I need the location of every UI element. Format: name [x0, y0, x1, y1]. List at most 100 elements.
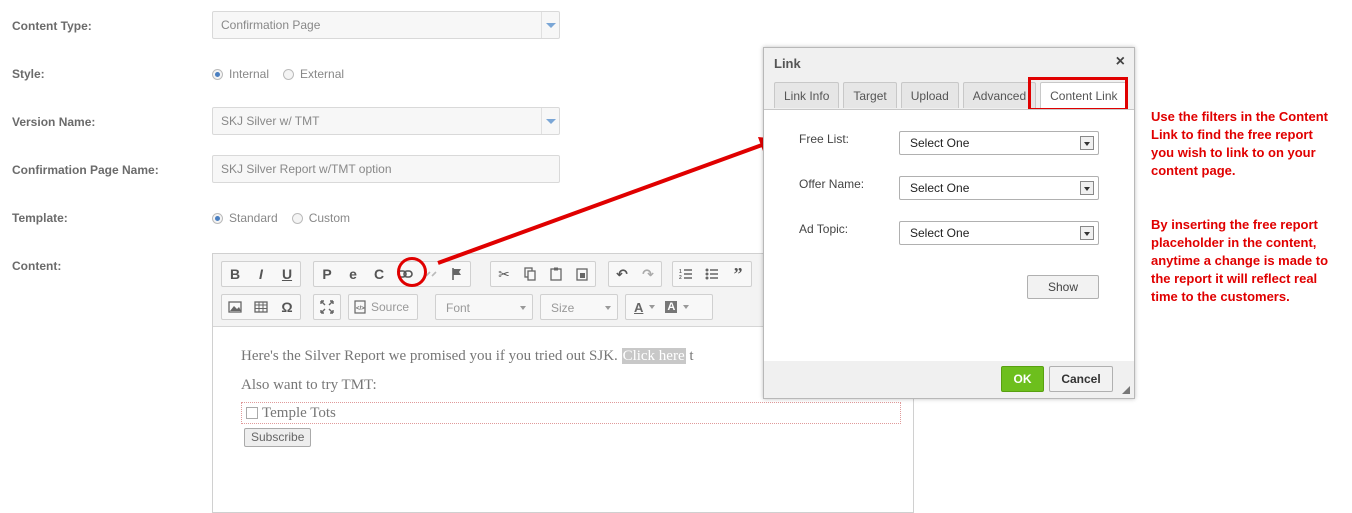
history-group: ↶ ↷ [608, 261, 662, 287]
cut-button[interactable]: ✂ [491, 262, 517, 286]
temple-tots-checkbox[interactable] [246, 407, 258, 419]
table-icon [254, 301, 268, 313]
maximize-group [313, 294, 341, 320]
content-label: Content: [12, 259, 62, 273]
tab-target[interactable]: Target [843, 82, 897, 108]
svg-text:</>: </> [356, 306, 365, 312]
scissors-icon: ✂ [498, 265, 510, 282]
bullet-list-icon [705, 268, 718, 280]
confirmation-page-name-label: Confirmation Page Name: [12, 163, 159, 177]
template-standard-label: Standard [229, 211, 278, 225]
style-internal-radio[interactable] [212, 68, 223, 80]
template-radio-group: Standard Custom [212, 211, 350, 225]
redo-button[interactable]: ↷ [635, 262, 661, 286]
ad-topic-select[interactable]: Select One [899, 221, 1099, 245]
subscribe-button[interactable]: Subscribe [244, 428, 312, 447]
chevron-down-icon[interactable] [1080, 136, 1094, 150]
resize-handle-icon[interactable] [1122, 386, 1130, 394]
text-color-icon[interactable]: A [634, 300, 643, 315]
content-type-select[interactable]: Confirmation Page [212, 11, 560, 39]
link-dialog: Link × Link Info Target Upload Advanced … [763, 47, 1135, 399]
italic-button[interactable]: I [248, 262, 274, 286]
clipboard-group: ✂ [490, 261, 596, 287]
image-button[interactable] [222, 295, 248, 319]
chevron-down-icon [605, 306, 611, 310]
chevron-down-icon[interactable] [1080, 226, 1094, 240]
undo-icon: ↶ [616, 265, 628, 282]
redo-icon: ↷ [642, 265, 654, 282]
tab-upload[interactable]: Upload [900, 82, 959, 108]
temple-tots-label: Temple Tots [262, 404, 336, 421]
undo-button[interactable]: ↶ [609, 262, 635, 286]
annotation-paragraph-1: Use the filters in the Content Link to f… [1151, 109, 1328, 178]
style-external-label: External [300, 67, 345, 81]
content-line-1: Here's the Silver Report we promised you… [241, 348, 694, 365]
paste-word-button[interactable] [569, 262, 595, 286]
ok-button[interactable]: OK [1001, 366, 1044, 392]
paste-button[interactable] [543, 262, 569, 286]
placeholder-box[interactable]: Temple Tots [241, 402, 901, 424]
anchor-button[interactable] [444, 262, 470, 286]
bold-button[interactable]: B [222, 262, 248, 286]
chevron-down-icon[interactable] [683, 305, 690, 309]
dialog-title: Link [774, 56, 801, 71]
chevron-down-icon [520, 306, 526, 310]
offer-name-label: Offer Name: [799, 177, 865, 191]
chevron-down-icon[interactable] [1080, 181, 1094, 195]
blockquote-button[interactable]: ” [725, 262, 751, 286]
chevron-down-icon[interactable] [649, 305, 656, 309]
confirmation-page-name-input[interactable]: SKJ Silver Report w/TMT option [212, 155, 560, 183]
template-custom-label: Custom [308, 211, 351, 225]
size-combo-label: Size [551, 301, 575, 315]
version-name-select[interactable]: SKJ Silver w/ TMT [212, 107, 560, 135]
copy-button[interactable] [517, 262, 543, 286]
tab-advanced[interactable]: Advanced [962, 82, 1037, 108]
click-here-link[interactable]: Click here [621, 348, 686, 364]
size-combo[interactable]: Size [540, 294, 618, 320]
omega-icon: Ω [281, 299, 293, 315]
background-color-icon[interactable]: A [665, 301, 678, 313]
template-custom-radio[interactable] [291, 212, 303, 224]
close-icon[interactable]: × [1116, 53, 1125, 71]
table-button[interactable] [248, 295, 274, 319]
basic-styles-group: B I U [221, 261, 301, 287]
template-label: Template: [12, 211, 68, 225]
confirmation-page-name-value: SKJ Silver Report w/TMT option [221, 162, 392, 176]
chevron-down-icon[interactable] [541, 12, 559, 38]
maximize-icon [320, 300, 334, 314]
paste-icon [550, 267, 562, 281]
editor-content[interactable]: Here's the Silver Report we promised you… [241, 348, 694, 394]
source-button[interactable]: </> Source [348, 294, 419, 320]
cancel-button[interactable]: Cancel [1049, 366, 1113, 392]
chevron-down-icon[interactable] [541, 108, 559, 134]
free-list-label: Free List: [799, 132, 850, 146]
offer-name-select[interactable]: Select One [899, 176, 1099, 200]
font-combo-label: Font [446, 301, 471, 315]
numbered-list-button[interactable]: 12 [673, 262, 699, 286]
style-external-radio[interactable] [283, 68, 295, 80]
quote-icon: ” [733, 263, 743, 284]
paste-from-word-icon [576, 268, 588, 281]
content-type-label: Content Type: [12, 19, 92, 33]
content-line-1-text: Here's the Silver Report we promised you… [241, 348, 618, 364]
placeholder-group: P e C [313, 261, 471, 287]
style-internal-label: Internal [229, 67, 270, 81]
content-line-1-suffix: t [689, 348, 694, 364]
font-combo[interactable]: Font [435, 294, 533, 320]
free-list-value: Select One [910, 136, 970, 150]
content-line-2: Also want to try TMT: [241, 377, 377, 393]
color-group: A A [625, 294, 713, 320]
tab-link-info[interactable]: Link Info [774, 82, 840, 108]
free-list-select[interactable]: Select One [899, 131, 1099, 155]
p-placeholder-icon[interactable]: P [314, 262, 340, 286]
bullet-list-button[interactable] [699, 262, 725, 286]
template-standard-radio[interactable] [212, 212, 223, 224]
numbered-list-icon: 12 [679, 269, 692, 280]
underline-button[interactable]: U [274, 262, 300, 286]
e-placeholder-icon[interactable]: e [340, 262, 366, 286]
show-button[interactable]: Show [1027, 275, 1099, 299]
special-char-button[interactable]: Ω [274, 295, 300, 319]
link-button-highlight-circle [397, 257, 427, 287]
c-placeholder-icon[interactable]: C [366, 262, 392, 286]
maximize-button[interactable] [314, 295, 340, 319]
